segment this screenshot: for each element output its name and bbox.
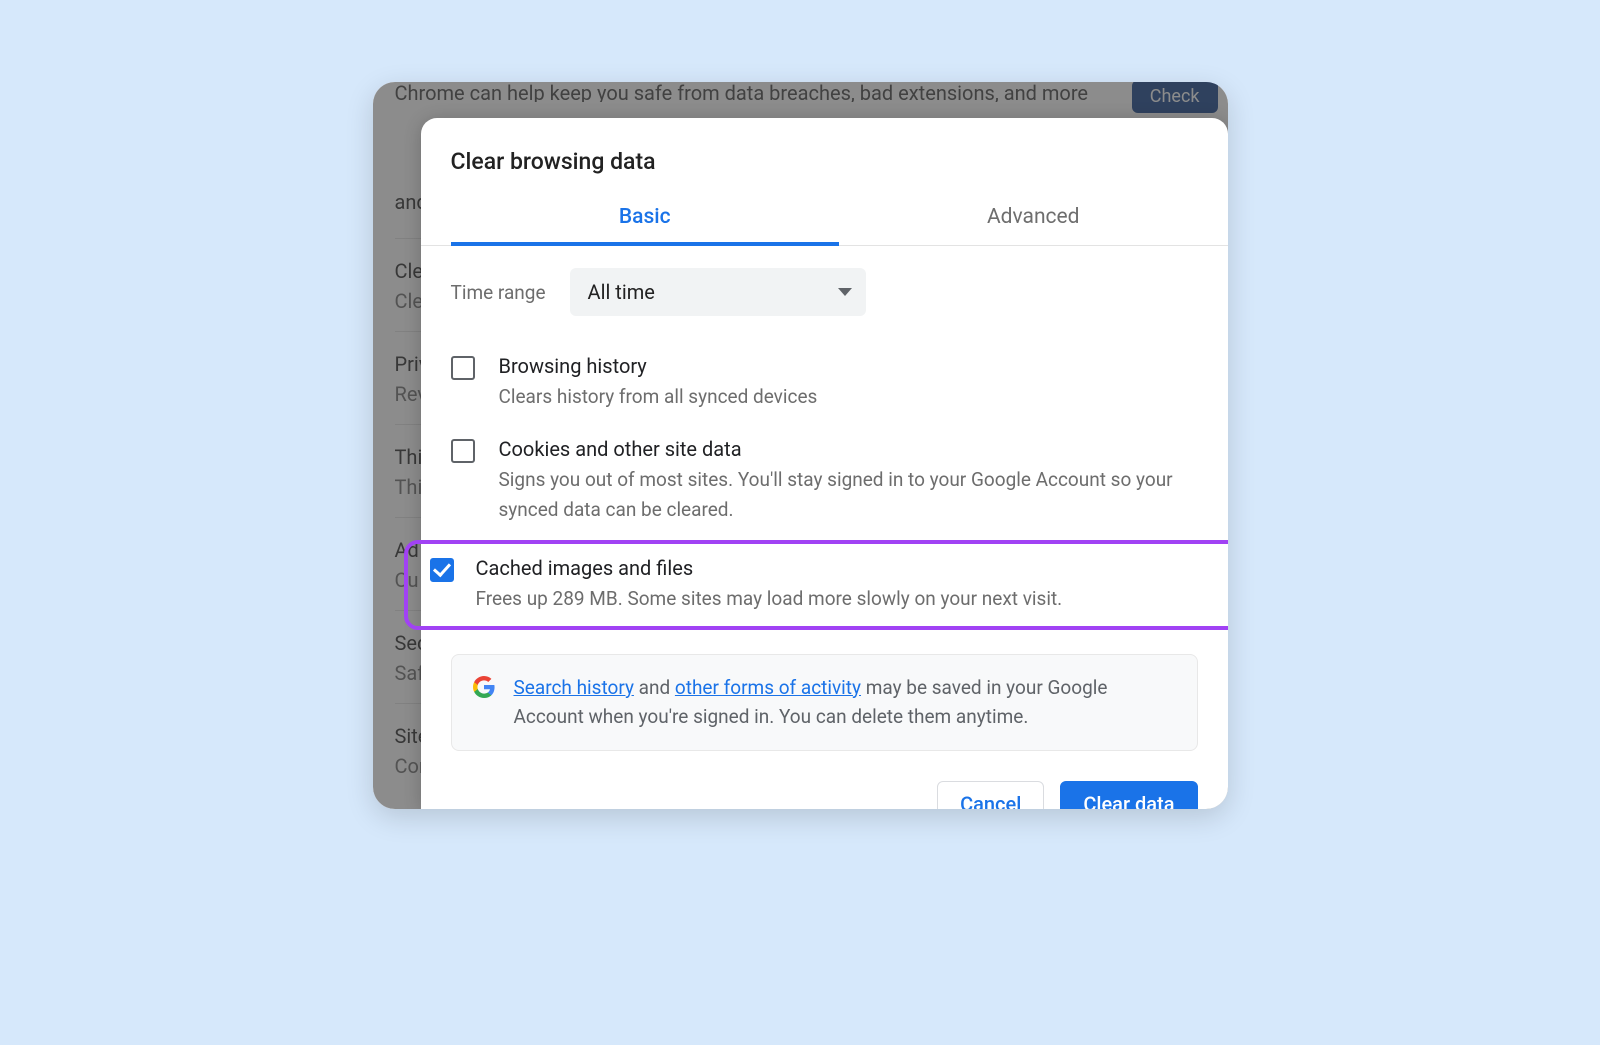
search-history-link[interactable]: Search history <box>514 676 634 699</box>
dialog-content: Time range All time Browsing history Cle… <box>421 246 1228 751</box>
settings-frame: Chrome can help keep you safe from data … <box>373 82 1228 809</box>
tab-advanced[interactable]: Advanced <box>839 195 1228 245</box>
option-browsing-history: Browsing history Clears history from all… <box>451 344 1198 427</box>
google-logo-icon <box>472 675 496 699</box>
clear-data-button[interactable]: Clear data <box>1060 781 1197 809</box>
option-subtitle: Frees up 289 MB. Some sites may load mor… <box>476 584 1194 613</box>
option-subtitle: Signs you out of most sites. You'll stay… <box>499 465 1198 524</box>
option-cookies: Cookies and other site data Signs you ou… <box>451 427 1198 540</box>
option-title: Cached images and files <box>476 556 1194 580</box>
option-cached-images: Cached images and files Frees up 289 MB.… <box>436 556 1194 613</box>
time-range-select[interactable]: All time <box>570 268 866 316</box>
time-range-value: All time <box>588 280 655 304</box>
highlighted-option: Cached images and files Frees up 289 MB.… <box>404 540 1228 629</box>
checkbox-cookies[interactable] <box>451 439 475 463</box>
dialog-title: Clear browsing data <box>421 118 1228 195</box>
time-range-label: Time range <box>451 281 546 304</box>
dialog-actions: Cancel Clear data <box>421 751 1228 809</box>
dialog-tabs: Basic Advanced <box>421 195 1228 246</box>
option-title: Browsing history <box>499 354 1198 378</box>
info-text: Search history and other forms of activi… <box>514 673 1177 732</box>
tab-basic[interactable]: Basic <box>451 195 840 245</box>
time-range-row: Time range All time <box>451 268 1198 316</box>
clear-browsing-data-dialog: Clear browsing data Basic Advanced Time … <box>421 118 1228 809</box>
option-title: Cookies and other site data <box>499 437 1198 461</box>
chevron-down-icon <box>838 288 852 296</box>
checkbox-cached-images[interactable] <box>430 558 454 582</box>
other-activity-link[interactable]: other forms of activity <box>675 676 861 699</box>
google-account-info-box: Search history and other forms of activi… <box>451 654 1198 751</box>
cancel-button[interactable]: Cancel <box>937 781 1044 809</box>
checkbox-browsing-history[interactable] <box>451 356 475 380</box>
option-subtitle: Clears history from all synced devices <box>499 382 1198 411</box>
